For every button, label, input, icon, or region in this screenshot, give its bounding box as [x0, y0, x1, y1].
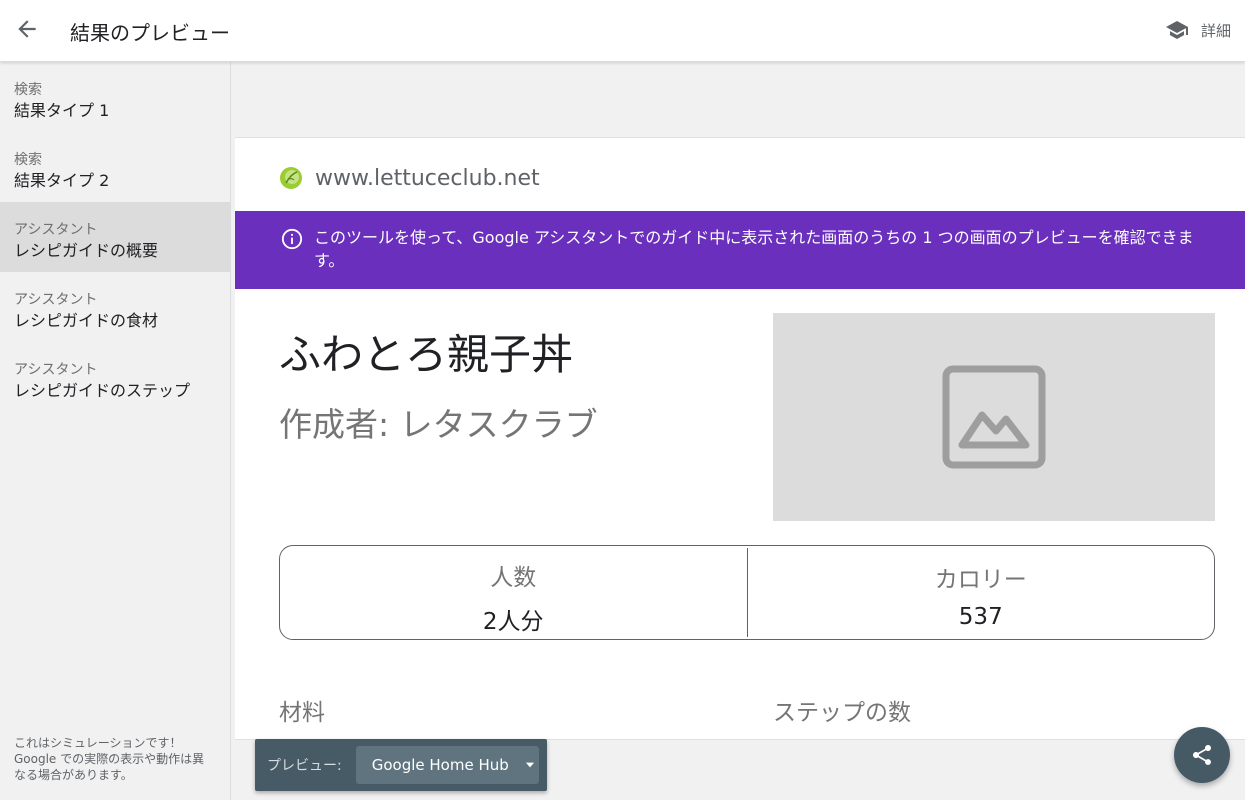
- page-title: 結果のプレビュー: [70, 21, 230, 45]
- info-icon: [281, 228, 303, 250]
- preview-card: www.lettuceclub.net このツールを使って、Google アシス…: [235, 137, 1245, 740]
- sidebar-item-recipe-ingredients[interactable]: アシスタント レシピガイドの食材: [0, 272, 230, 342]
- sidebar-item-recipe-steps[interactable]: アシスタント レシピガイドのステップ: [0, 342, 230, 412]
- image-placeholder-icon: [942, 365, 1046, 469]
- sidebar-item-label: レシピガイドの食材: [14, 311, 159, 330]
- info-banner: このツールを使って、Google アシスタントでのガイド中に表示された画面のうち…: [235, 211, 1245, 289]
- sidebar-item-label: レシピガイドのステップ: [14, 381, 191, 400]
- info-banner-text: このツールを使って、Google アシスタントでのガイド中に表示された画面のうち…: [314, 228, 1194, 270]
- details-button[interactable]: 詳細: [1165, 17, 1231, 43]
- device-select[interactable]: Google Home Hub: [355, 746, 539, 784]
- sidebar-item-result-type-1[interactable]: 検索 結果タイプ 1: [0, 62, 230, 132]
- share-icon: [1193, 745, 1211, 765]
- share-button[interactable]: [1174, 727, 1230, 783]
- recipe-stats: 人数 2人分 カロリー 537: [279, 545, 1215, 640]
- details-label: 詳細: [1200, 21, 1231, 40]
- sidebar-item-label: 結果タイプ 1: [14, 101, 110, 120]
- stat-label: 人数: [490, 565, 537, 591]
- simulation-disclaimer: これはシミュレーションです！ Google での実際の表示や動作は異なる場合があ…: [14, 736, 205, 782]
- recipe-image-placeholder: [773, 313, 1215, 521]
- sidebar: 検索 結果タイプ 1 検索 結果タイプ 2 アシスタント レシピガイドの概要 ア…: [0, 62, 231, 800]
- preview-label: プレビュー:: [267, 758, 342, 774]
- sidebar-item-category: 検索: [14, 152, 42, 168]
- sidebar-item-category: アシスタント: [14, 222, 98, 238]
- device-select-value: Google Home Hub: [371, 756, 509, 774]
- stat-servings: 人数 2人分: [280, 546, 747, 639]
- steps-heading: ステップの数: [773, 700, 911, 726]
- sidebar-item-category: アシスタント: [14, 292, 98, 308]
- sidebar-item-label: 結果タイプ 2: [14, 171, 110, 190]
- sidebar-item-category: 検索: [14, 82, 42, 98]
- arrow-drop-down-icon: [525, 762, 534, 768]
- ingredients-heading: 材料: [279, 700, 325, 726]
- sidebar-item-label: レシピガイドの概要: [14, 241, 159, 260]
- sidebar-item-category: アシスタント: [14, 362, 98, 378]
- top-app-bar: 結果のプレビュー 詳細: [0, 0, 1245, 62]
- site-url: www.lettuceclub.net: [315, 165, 540, 191]
- lettuce-favicon-icon: [280, 167, 302, 189]
- sidebar-item-recipe-overview[interactable]: アシスタント レシピガイドの概要: [0, 202, 230, 272]
- school-icon: [1165, 21, 1188, 39]
- site-attribution: www.lettuceclub.net: [279, 163, 540, 193]
- arrow-back-icon: [18, 20, 36, 38]
- recipe-title: ふわとろ親子丼: [279, 330, 574, 379]
- stat-label: カロリー: [934, 567, 1027, 593]
- stat-value: 2人分: [482, 609, 544, 635]
- stat-value: 537: [958, 604, 1003, 630]
- preview-area: www.lettuceclub.net このツールを使って、Google アシス…: [231, 62, 1245, 800]
- sidebar-item-result-type-2[interactable]: 検索 結果タイプ 2: [0, 132, 230, 202]
- recipe-author: 作成者: レタスクラブ: [279, 405, 598, 444]
- device-preview-bar: プレビュー: Google Home Hub: [255, 739, 547, 791]
- back-button[interactable]: [14, 16, 40, 42]
- stat-calories: カロリー 537: [746, 548, 1215, 637]
